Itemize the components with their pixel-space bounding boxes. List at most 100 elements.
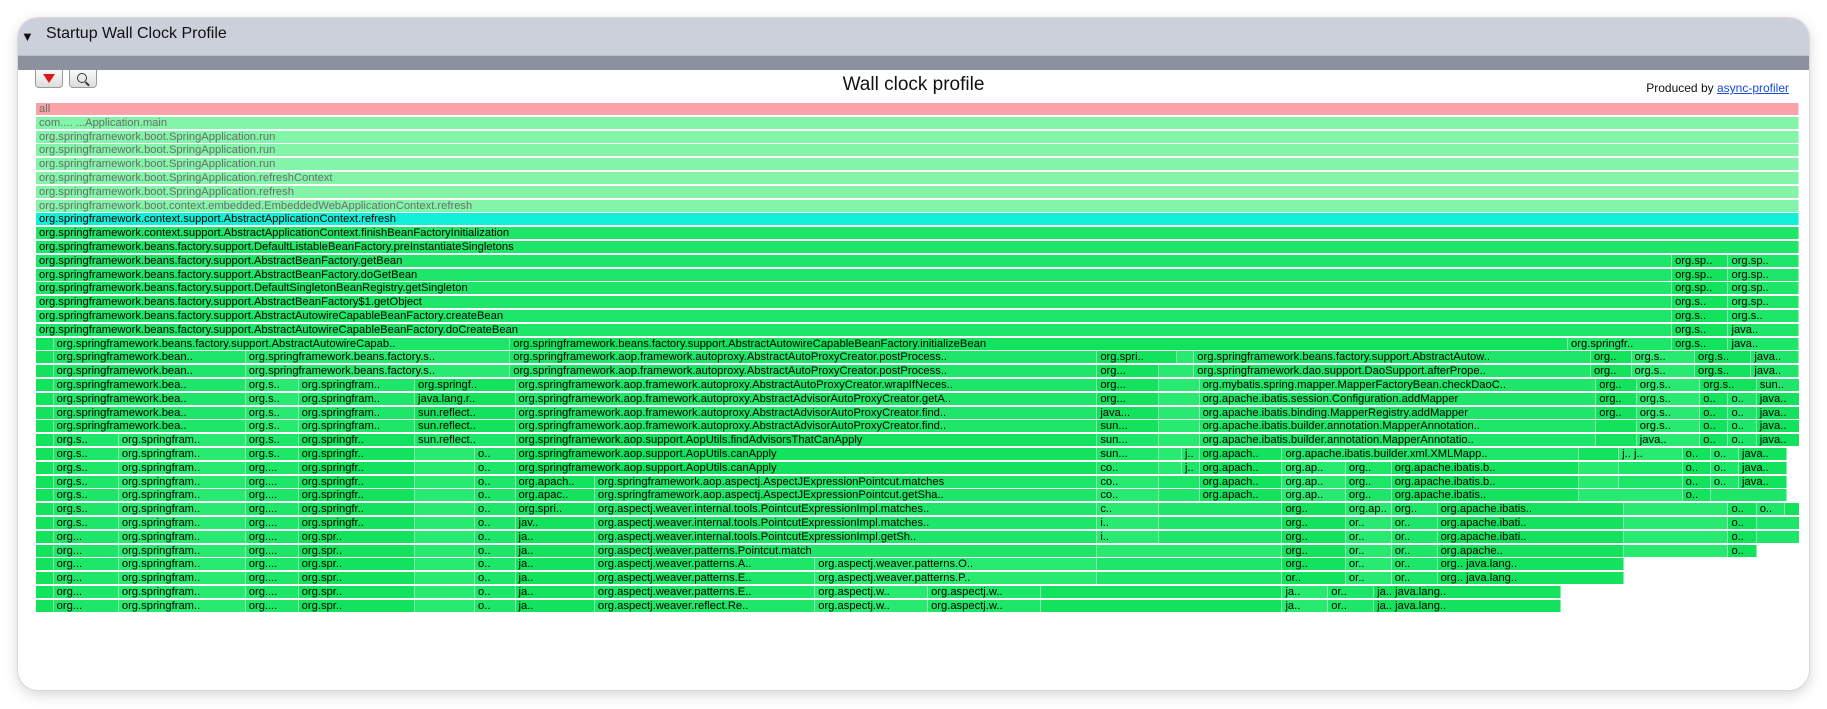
- flame-frame[interactable]: org.s..: [1728, 310, 1799, 322]
- flame-frame[interactable]: o..: [474, 544, 516, 557]
- flame-frame[interactable]: org.springf..: [415, 379, 516, 391]
- flame-frame[interactable]: sun.reflect..: [415, 406, 516, 419]
- flame-frame[interactable]: or..: [1391, 544, 1438, 557]
- flame-frame[interactable]: org....: [245, 558, 299, 571]
- flame-frame[interactable]: o..: [1700, 406, 1729, 419]
- flame-frame[interactable]: o..: [474, 558, 516, 571]
- flame-frame[interactable]: or..: [1282, 572, 1346, 585]
- async-profiler-link[interactable]: async-profiler: [1717, 81, 1789, 95]
- flame-frame[interactable]: org.springframework.context.support.Abst…: [36, 213, 1799, 226]
- flame-frame[interactable]: org.spri..: [1097, 351, 1177, 364]
- flame-frame[interactable]: org..: [1590, 365, 1632, 378]
- flame-frame[interactable]: or..: [1328, 599, 1375, 612]
- flame-frame[interactable]: [1619, 475, 1683, 488]
- flame-frame[interactable]: org.ap..: [1282, 461, 1346, 474]
- flame-frame[interactable]: org...: [53, 599, 119, 612]
- flame-frame[interactable]: org.springframework.dao.support.DaoSuppo…: [1194, 365, 1591, 378]
- flame-frame[interactable]: org.s..: [53, 517, 119, 529]
- flame-frame[interactable]: org.aspectj.weaver.internal.tools.Pointc…: [594, 517, 1098, 529]
- flame-frame[interactable]: ja..: [515, 558, 595, 571]
- flame-frame[interactable]: org.apache.ibatis..: [1391, 489, 1579, 502]
- flame-frame[interactable]: org.sp..: [1672, 282, 1729, 295]
- flame-frame[interactable]: org.s..: [245, 420, 299, 433]
- flame-frame[interactable]: [415, 448, 475, 460]
- flame-frame[interactable]: org.springfram..: [298, 420, 416, 433]
- flame-frame[interactable]: org...: [1097, 379, 1160, 391]
- flame-frame[interactable]: java..: [1756, 406, 1799, 419]
- flame-frame[interactable]: org.springframework.bea..: [53, 420, 246, 433]
- flame-frame[interactable]: org.s..: [1631, 351, 1695, 364]
- flame-frame[interactable]: org.ap..: [1282, 489, 1346, 502]
- flame-frame[interactable]: org.s..: [1694, 351, 1752, 364]
- flame-frame[interactable]: [36, 544, 54, 557]
- flame-frame[interactable]: org....: [245, 572, 299, 585]
- flame-frame[interactable]: org.s..: [1672, 296, 1729, 309]
- flame-frame[interactable]: org.apach..: [1199, 461, 1283, 474]
- flame-frame[interactable]: co..: [1097, 461, 1160, 474]
- flame-frame[interactable]: [1040, 599, 1283, 612]
- flame-frame[interactable]: com.... ...Application.main: [36, 116, 1799, 129]
- flame-frame[interactable]: org.aspectj.w..: [815, 586, 929, 598]
- flame-frame[interactable]: [36, 461, 54, 474]
- flame-frame[interactable]: org.springframework.bea..: [53, 392, 246, 405]
- flame-frame[interactable]: o..: [1710, 475, 1740, 488]
- flame-frame[interactable]: o..: [1728, 392, 1757, 405]
- flame-frame[interactable]: org.sp..: [1672, 268, 1729, 281]
- flame-frame[interactable]: o..: [1728, 517, 1757, 529]
- flame-frame[interactable]: org.sp..: [1728, 282, 1799, 295]
- flame-frame[interactable]: org.s..: [53, 461, 119, 474]
- flame-frame[interactable]: org.springframework.aop.framework.autopr…: [515, 420, 1098, 433]
- flame-frame[interactable]: o..: [1700, 434, 1729, 447]
- flame-frame[interactable]: org.springframework.boot.SpringApplicati…: [36, 130, 1799, 143]
- flame-frame[interactable]: org...: [1097, 365, 1160, 378]
- triangle-down-icon[interactable]: ▼: [21, 29, 34, 44]
- flame-frame[interactable]: org.springframework.boot.SpringApplicati…: [36, 144, 1799, 157]
- flame-frame[interactable]: [1159, 503, 1283, 516]
- flame-frame[interactable]: [36, 337, 54, 350]
- flame-frame[interactable]: [1619, 461, 1683, 474]
- flame-frame[interactable]: org.aspectj.w..: [815, 599, 929, 612]
- flame-frame[interactable]: o..: [1728, 530, 1757, 543]
- flame-frame[interactable]: o..: [1728, 420, 1757, 433]
- flame-frame[interactable]: org.springframework.context.support.Abst…: [36, 227, 1799, 240]
- flame-frame[interactable]: j..: [1181, 448, 1200, 460]
- flame-frame[interactable]: o..: [474, 530, 516, 543]
- flame-frame[interactable]: o..: [1682, 461, 1711, 474]
- flame-frame[interactable]: java..: [1728, 323, 1799, 336]
- flame-frame[interactable]: org.apache.ibatis.builder.xml.XMLMapp..: [1282, 448, 1579, 460]
- flame-frame[interactable]: org.springframework.beans.factory.suppor…: [510, 337, 1569, 350]
- flame-frame[interactable]: org..: [1590, 351, 1632, 364]
- flame-frame[interactable]: org.apac..: [515, 489, 595, 502]
- flame-frame[interactable]: org.s..: [245, 392, 299, 405]
- flame-frame[interactable]: org.s..: [1636, 420, 1701, 433]
- flame-frame[interactable]: java..: [1751, 351, 1799, 364]
- flame-frame[interactable]: [1097, 544, 1283, 557]
- flame-frame[interactable]: org.springfram..: [118, 572, 246, 585]
- flame-frame[interactable]: org.aspectj.weaver.reflect.Re..: [594, 599, 816, 612]
- flame-frame[interactable]: org.apache.ibatis.b..: [1391, 461, 1579, 474]
- flame-frame[interactable]: org....: [245, 530, 299, 543]
- flame-frame[interactable]: org..: [1282, 544, 1346, 557]
- flame-frame[interactable]: org.aspectj.weaver.patterns.A..: [594, 558, 816, 571]
- flame-frame[interactable]: org.springframework.bean..: [53, 365, 246, 378]
- flame-frame[interactable]: [1578, 461, 1620, 474]
- flame-frame[interactable]: org.springframework.beans.factory.suppor…: [36, 323, 1673, 336]
- flame-frame[interactable]: or..: [1391, 517, 1438, 529]
- flame-frame[interactable]: [415, 489, 475, 502]
- flame-frame[interactable]: ja..: [515, 586, 595, 598]
- flame-frame[interactable]: [1624, 517, 1729, 529]
- flame-frame[interactable]: java..: [1756, 434, 1799, 447]
- flame-frame[interactable]: org.s..: [1672, 323, 1729, 336]
- flamegraph-canvas[interactable]: all com.... ...Application.main org.spring…: [28, 70, 1799, 690]
- flame-frame[interactable]: [1596, 434, 1637, 447]
- flame-frame[interactable]: [1578, 448, 1620, 460]
- flame-frame[interactable]: or..: [1345, 544, 1392, 557]
- flame-frame[interactable]: org.sp..: [1728, 268, 1799, 281]
- flame-frame[interactable]: org.aspectj.weaver.patterns.E..: [594, 586, 816, 598]
- flame-frame[interactable]: [1159, 392, 1200, 405]
- flame-frame[interactable]: [36, 351, 54, 364]
- flame-frame[interactable]: [36, 406, 54, 419]
- flame-frame[interactable]: sun...: [1097, 448, 1160, 460]
- flame-frame[interactable]: org....: [245, 599, 299, 612]
- flame-frame[interactable]: org.spr..: [298, 558, 416, 571]
